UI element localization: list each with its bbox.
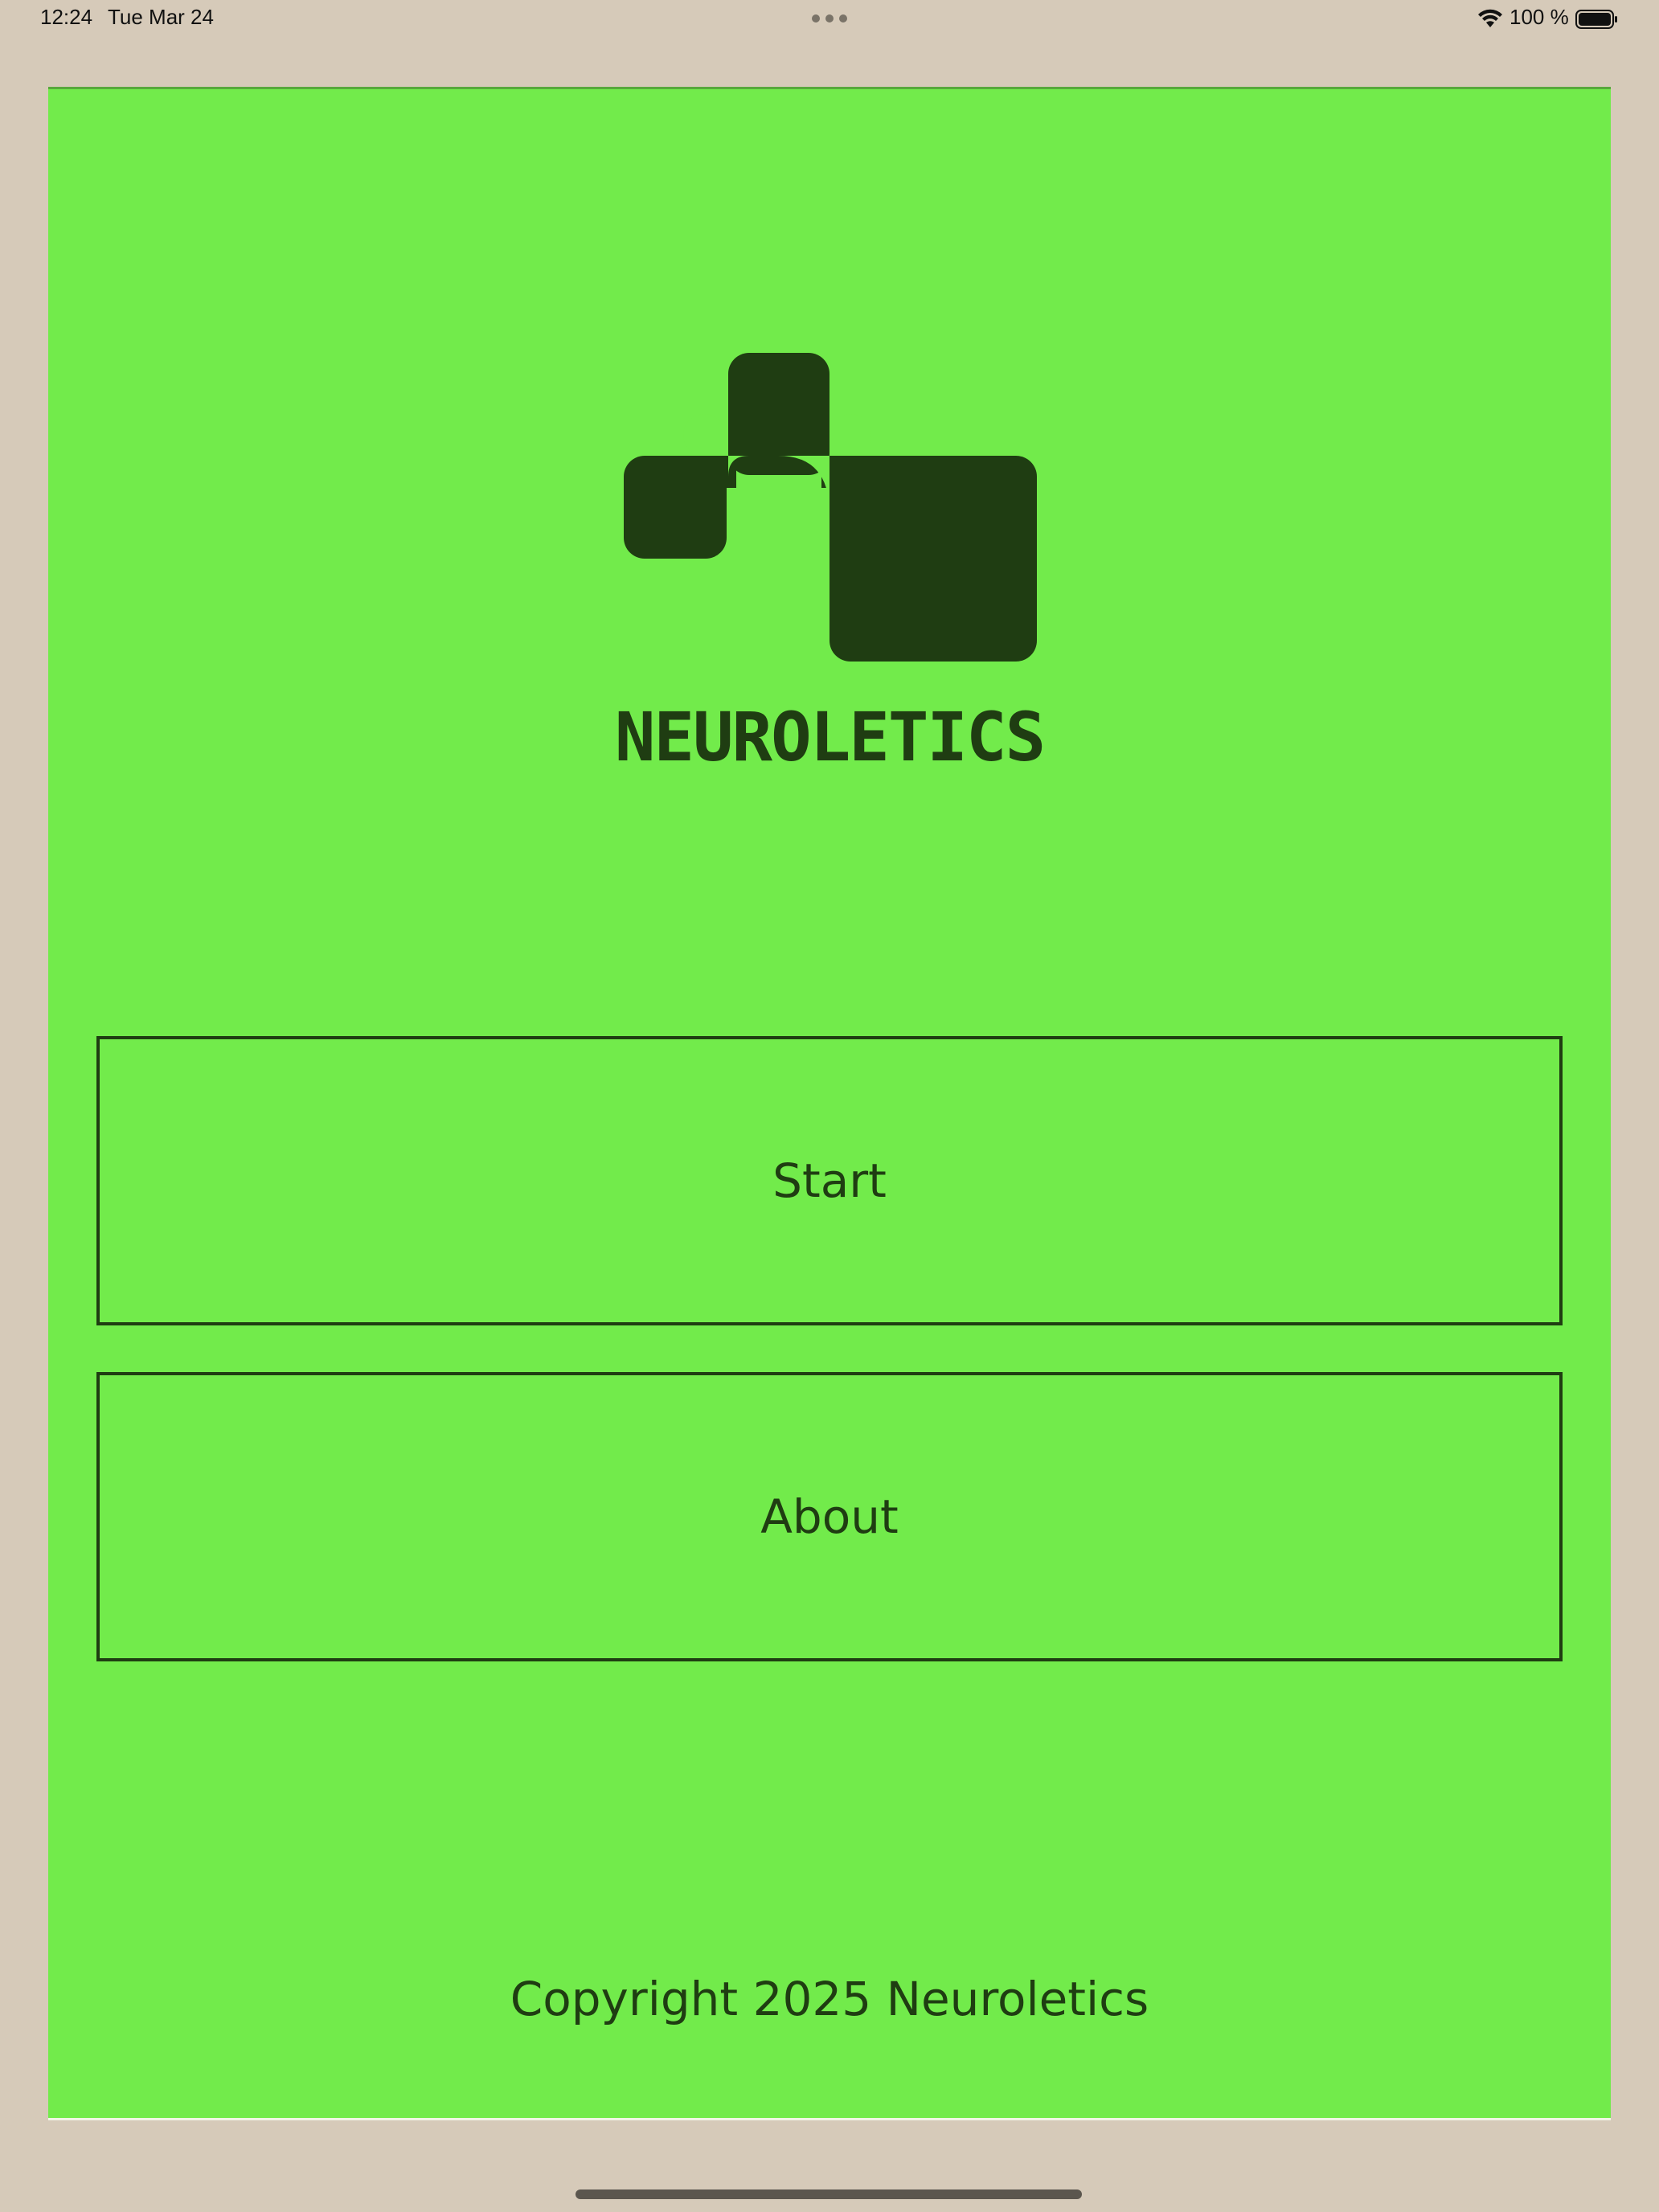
about-button-label: About — [760, 1489, 899, 1544]
status-time: 12:24 — [40, 5, 93, 29]
copyright-text: Copyright 2025 Neuroletics — [510, 1972, 1149, 2026]
wifi-icon — [1478, 9, 1502, 27]
app-wordmark: NEUROLETICS — [614, 698, 1046, 776]
battery-full-icon — [1575, 10, 1617, 29]
home-indicator[interactable] — [576, 2189, 1082, 2199]
status-date: Tue Mar 24 — [108, 5, 214, 29]
battery-percentage: 100 % — [1509, 5, 1569, 29]
app-screen: NEUROLETICS Start About Copyright 2025 N… — [48, 87, 1611, 2120]
multitasking-dots-icon[interactable] — [812, 14, 847, 24]
status-bar: 12:24 Tue Mar 24 100 % — [0, 0, 1659, 39]
neuroletics-logo — [624, 353, 1037, 662]
about-button[interactable]: About — [96, 1372, 1563, 1661]
start-button[interactable]: Start — [96, 1036, 1563, 1325]
start-button-label: Start — [772, 1153, 887, 1208]
